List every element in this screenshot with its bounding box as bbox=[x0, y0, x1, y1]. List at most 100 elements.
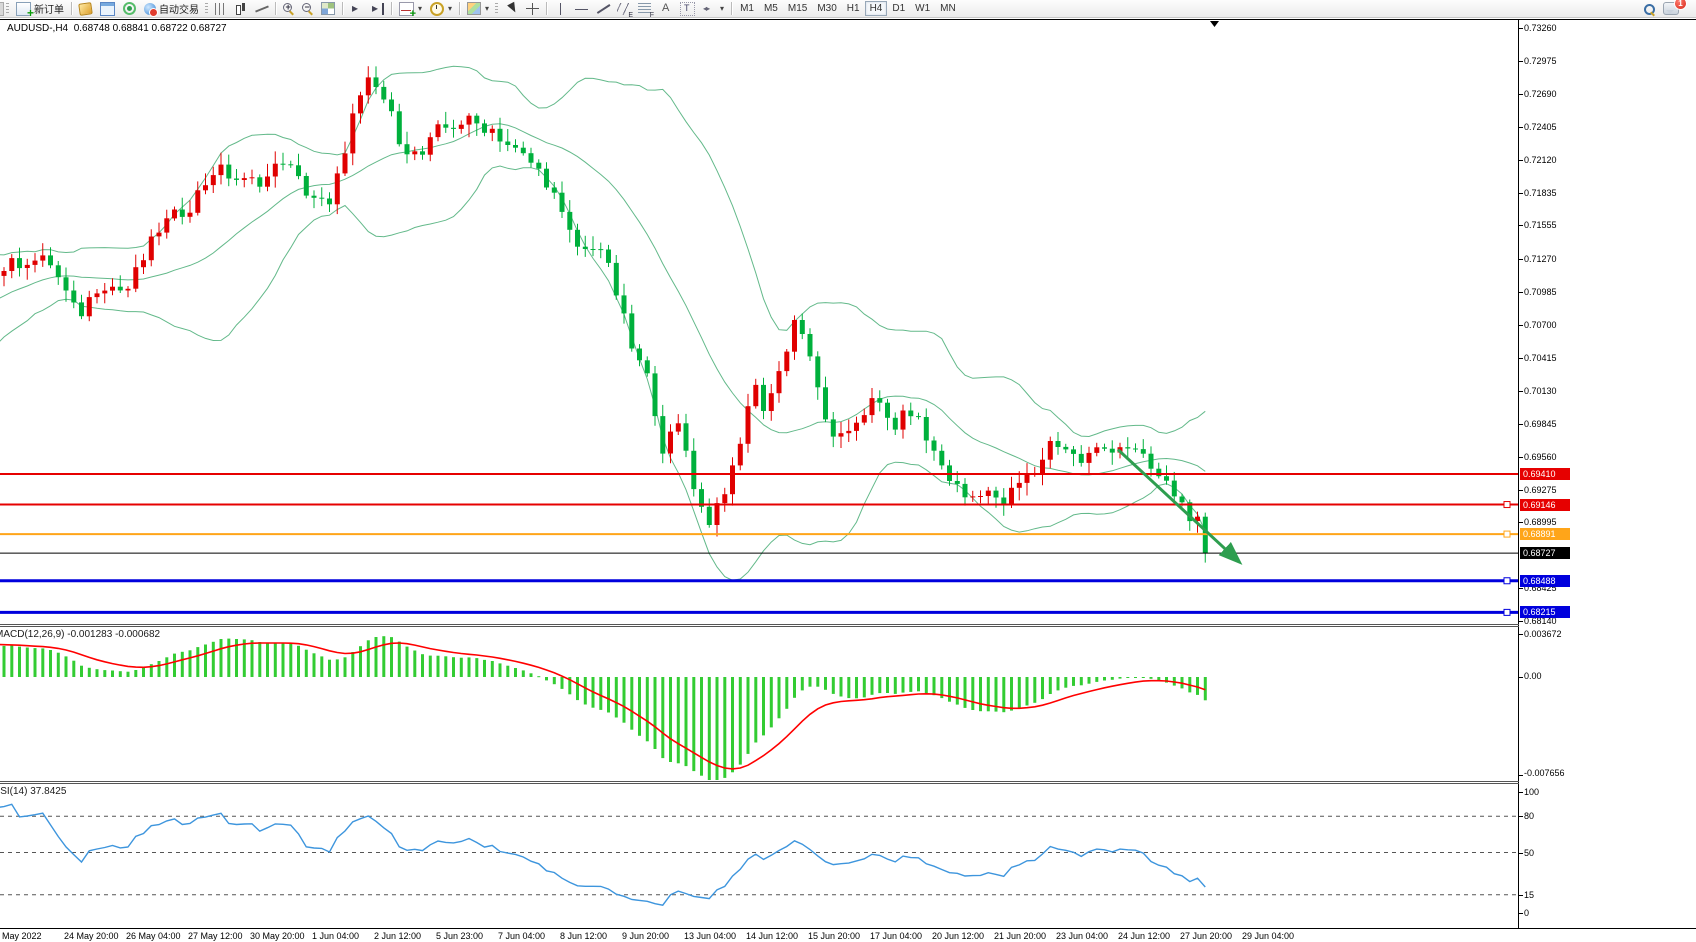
line-chart-mode-button[interactable] bbox=[252, 1, 271, 16]
toolbar-separator bbox=[391, 2, 392, 15]
price-tick-label: 0.70415 bbox=[1524, 353, 1557, 364]
date-label: 21 Jun 20:00 bbox=[994, 931, 1046, 942]
line-handle[interactable] bbox=[1504, 531, 1510, 537]
line-handle[interactable] bbox=[1504, 578, 1510, 584]
rsi-axis-label: 50 bbox=[1524, 848, 1534, 859]
date-label: 24 May 20:00 bbox=[64, 931, 119, 942]
zoom-out-button[interactable] bbox=[299, 1, 316, 16]
zoom-out-icon bbox=[302, 3, 313, 14]
zoom-in-button[interactable] bbox=[280, 1, 297, 16]
price-tick bbox=[1519, 61, 1523, 62]
price-tick bbox=[1519, 588, 1523, 589]
price-tick bbox=[1519, 127, 1523, 128]
date-label: 23 Jun 04:00 bbox=[1056, 931, 1108, 942]
timeframe-d1[interactable]: D1 bbox=[887, 1, 910, 16]
bar-chart-mode-button[interactable] bbox=[212, 1, 229, 16]
macd-signal-line bbox=[0, 643, 1205, 769]
chart-shift-marker[interactable] bbox=[1210, 21, 1219, 27]
line-handle[interactable] bbox=[1504, 502, 1510, 508]
timeframe-m5[interactable]: M5 bbox=[759, 1, 783, 16]
chart-shift-button[interactable] bbox=[368, 1, 387, 16]
rsi-axis-label: 100 bbox=[1524, 787, 1539, 798]
notifications-button[interactable]: 1 bbox=[1660, 1, 1682, 16]
tile-windows-icon bbox=[321, 2, 335, 15]
price-tick bbox=[1519, 522, 1523, 523]
market-watch-button[interactable] bbox=[97, 1, 118, 16]
price-tick-label: 0.72120 bbox=[1524, 155, 1557, 166]
indicators-button[interactable] bbox=[396, 1, 425, 16]
signals-button[interactable] bbox=[120, 1, 139, 16]
timeframe-h4[interactable]: H4 bbox=[865, 1, 888, 16]
macd-indicator-label: MACD(12,26,9) -0.001283 -0.000682 bbox=[0, 629, 160, 640]
candlestick-chart-canvas[interactable] bbox=[0, 20, 1518, 624]
price-line-label: 0.68215 bbox=[1520, 606, 1570, 618]
price-tick bbox=[1519, 225, 1523, 226]
templates-button[interactable] bbox=[464, 1, 492, 16]
new-order-label: 新订单 bbox=[34, 1, 64, 16]
rsi-axis-tick bbox=[1519, 816, 1523, 817]
timeframe-mn[interactable]: MN bbox=[935, 1, 961, 16]
trendline-button[interactable] bbox=[593, 1, 612, 16]
timeframe-h1[interactable]: H1 bbox=[842, 1, 865, 16]
cursor-button[interactable] bbox=[502, 1, 521, 16]
auto-trading-button[interactable]: 自动交易 bbox=[141, 1, 202, 16]
price-tick-label: 0.70700 bbox=[1524, 320, 1557, 331]
toolbar-separator bbox=[342, 2, 343, 15]
search-icon bbox=[1643, 3, 1655, 15]
timeframe-toolbar: M1M5M15M30H1H4D1W1MN bbox=[735, 1, 961, 16]
zoom-in-icon bbox=[283, 3, 294, 14]
rsi-separator[interactable] bbox=[0, 781, 1519, 782]
text-label-button[interactable] bbox=[677, 1, 698, 16]
date-label: 14 Jun 12:00 bbox=[746, 931, 798, 942]
toolbar-separator bbox=[71, 2, 72, 15]
tile-windows-button[interactable] bbox=[318, 1, 338, 16]
market-watch-icon bbox=[100, 2, 115, 16]
periods-button[interactable] bbox=[427, 1, 455, 16]
rsi-line bbox=[0, 804, 1205, 905]
macd-separator[interactable] bbox=[0, 624, 1519, 625]
price-tick bbox=[1519, 28, 1523, 29]
macd-axis-label: 0.003672 bbox=[1524, 629, 1562, 640]
price-tick bbox=[1519, 391, 1523, 392]
date-label: 7 Jun 04:00 bbox=[498, 931, 545, 942]
date-label: 26 May 04:00 bbox=[126, 931, 181, 942]
rsi-panel-canvas[interactable] bbox=[0, 784, 1518, 928]
timeframe-w1[interactable]: W1 bbox=[910, 1, 935, 16]
price-tick bbox=[1519, 325, 1523, 326]
horizontal-line-icon bbox=[575, 3, 588, 15]
candlestick-mode-button[interactable] bbox=[231, 1, 250, 16]
clock-icon bbox=[430, 2, 444, 16]
rsi-axis-label: 15 bbox=[1524, 890, 1534, 901]
auto-scroll-button[interactable] bbox=[347, 1, 366, 16]
timeframe-m1[interactable]: M1 bbox=[735, 1, 759, 16]
new-order-button[interactable]: 新订单 bbox=[13, 1, 67, 16]
search-button[interactable] bbox=[1640, 1, 1658, 16]
price-tick bbox=[1519, 424, 1523, 425]
price-tick bbox=[1519, 94, 1523, 95]
equidistant-channel-button[interactable] bbox=[614, 1, 633, 16]
timeframe-m30[interactable]: M30 bbox=[812, 1, 841, 16]
signal-icon bbox=[123, 2, 136, 15]
text-label-icon bbox=[680, 2, 695, 16]
price-tick-label: 0.68995 bbox=[1524, 517, 1557, 528]
macd-axis-tick bbox=[1519, 677, 1523, 678]
price-line-label: 0.69410 bbox=[1520, 468, 1570, 480]
text-button[interactable] bbox=[656, 1, 675, 16]
vertical-line-button[interactable] bbox=[551, 1, 570, 16]
macd-panel-canvas[interactable] bbox=[0, 627, 1518, 781]
macd-axis-tick bbox=[1519, 634, 1523, 635]
fibonacci-button[interactable] bbox=[635, 1, 654, 16]
crosshair-button[interactable] bbox=[523, 1, 542, 16]
line-handle[interactable] bbox=[1504, 609, 1510, 615]
arrows-button[interactable] bbox=[700, 1, 727, 16]
rsi-indicator-label: RSI(14) 37.8425 bbox=[0, 786, 66, 797]
chart-title: AUDUSD-,H4 0.68748 0.68841 0.68722 0.687… bbox=[7, 23, 227, 34]
date-label: 24 Jun 12:00 bbox=[1118, 931, 1170, 942]
toolbar-separator bbox=[459, 2, 460, 15]
bar-chart-icon bbox=[215, 3, 226, 15]
horizontal-line-button[interactable] bbox=[572, 1, 591, 16]
profiles-button[interactable] bbox=[76, 1, 95, 16]
auto-scroll-icon bbox=[350, 3, 363, 15]
toolbar-overflow-icon[interactable] bbox=[0, 2, 4, 16]
timeframe-m15[interactable]: M15 bbox=[783, 1, 812, 16]
